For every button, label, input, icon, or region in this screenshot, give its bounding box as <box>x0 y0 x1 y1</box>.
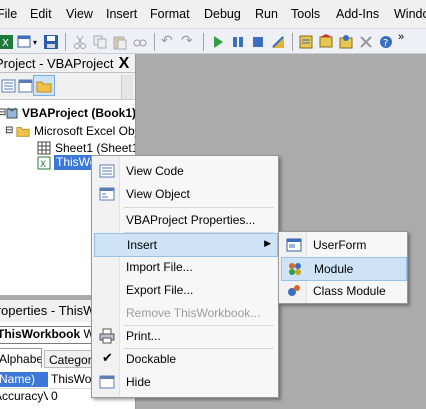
menu-add-ins[interactable]: Add-Ins <box>336 7 379 21</box>
paste-icon[interactable] <box>112 34 128 50</box>
break-icon[interactable] <box>230 34 246 50</box>
view-code-icon[interactable] <box>1 78 17 94</box>
menu-item-import-file[interactable]: Import File... <box>94 256 276 278</box>
menu-edit[interactable]: Edit <box>30 7 52 21</box>
menu-item-print[interactable]: Print... <box>94 325 276 347</box>
menu-tools[interactable]: Tools <box>291 7 320 21</box>
project-toolbar <box>0 73 135 100</box>
menu-item-view-code[interactable]: View Code <box>94 160 276 182</box>
workbook-icon: X <box>37 156 51 170</box>
menu-view[interactable]: View <box>66 7 93 21</box>
menu-item-remove: Remove ThisWorkbook... <box>126 306 261 320</box>
worksheet-icon <box>37 141 51 155</box>
menu-file[interactable]: File <box>0 7 17 21</box>
menu-run[interactable]: Run <box>255 7 278 21</box>
submenu-item-class-module[interactable]: Class Module <box>281 280 405 302</box>
view-object-icon[interactable] <box>18 78 34 94</box>
collapse-icon[interactable]: ⊟ <box>5 125 13 136</box>
folder-icon <box>16 127 30 137</box>
menu-format[interactable]: Format <box>150 7 190 21</box>
close-icon[interactable]: X <box>114 54 134 73</box>
scrollbar-up-arrow[interactable] <box>121 75 133 99</box>
menu-item-dockable[interactable]: ✔ Dockable <box>94 348 276 370</box>
project-explorer-icon[interactable] <box>298 34 314 50</box>
svg-text:?: ? <box>383 38 388 49</box>
copy-icon[interactable] <box>92 34 108 50</box>
menu-window[interactable]: Window <box>394 7 426 21</box>
check-icon: ✔ <box>102 350 113 365</box>
submenu-item-module[interactable]: Module <box>281 257 407 281</box>
window-icon <box>99 375 115 389</box>
folder-icon <box>36 81 52 93</box>
menu-insert[interactable]: Insert <box>106 7 137 21</box>
menu-item-view-object[interactable]: View Object <box>94 183 276 205</box>
printer-icon <box>99 328 115 344</box>
properties-window-icon[interactable] <box>318 34 334 50</box>
insert-submenu: UserForm Module Class Module <box>278 231 408 304</box>
design-mode-icon[interactable] <box>270 34 286 50</box>
submenu-item-userform[interactable]: UserForm <box>281 234 405 256</box>
toolbox-icon[interactable] <box>358 34 374 50</box>
toolbar-options-icon[interactable]: » <box>398 31 414 47</box>
menu-item-vbaproject-properties[interactable]: VBAProject Properties... <box>94 209 276 231</box>
find-icon[interactable] <box>132 34 148 50</box>
excel-icon[interactable]: X <box>0 34 14 50</box>
vbaproject-icon <box>6 107 18 119</box>
save-icon[interactable] <box>43 34 59 50</box>
userform-icon <box>286 238 302 252</box>
property-name[interactable]: AccuracyVersion <box>0 388 48 403</box>
toggle-folders-button[interactable] <box>33 75 55 96</box>
dropdown-arrow-icon[interactable]: ▾ <box>33 38 39 54</box>
form-icon <box>99 187 115 201</box>
property-name[interactable]: (Name) <box>0 372 48 387</box>
cut-icon[interactable] <box>72 34 88 50</box>
menu-item-export-file[interactable]: Export File... <box>94 279 276 301</box>
redo-icon[interactable]: ↷ <box>181 32 197 48</box>
context-menu: View Code View Object VBAProject Propert… <box>91 155 279 398</box>
submenu-arrow-icon: ▶ <box>264 238 271 248</box>
module-icon <box>289 263 301 275</box>
menu-bar: File Edit View Insert Format Debug Run T… <box>0 0 426 28</box>
object-browser-icon[interactable] <box>338 34 354 50</box>
class-module-icon <box>288 285 300 296</box>
code-icon <box>99 164 115 178</box>
menu-item-hide[interactable]: Hide <box>94 371 276 393</box>
svg-text:X: X <box>40 160 46 170</box>
insert-userform-icon[interactable] <box>17 34 33 50</box>
run-icon[interactable] <box>210 34 226 50</box>
standard-toolbar: X ▾ ↶ ↷ ? » <box>0 28 426 54</box>
menu-debug[interactable]: Debug <box>204 7 241 21</box>
tab-alphabetic[interactable]: Alphabetic <box>0 348 42 368</box>
reset-icon[interactable] <box>250 34 266 50</box>
undo-icon[interactable]: ↶ <box>161 32 177 48</box>
help-icon[interactable]: ? <box>378 34 394 50</box>
svg-text:X: X <box>2 38 9 49</box>
menu-item-insert[interactable]: Insert ▶ <box>94 233 278 257</box>
